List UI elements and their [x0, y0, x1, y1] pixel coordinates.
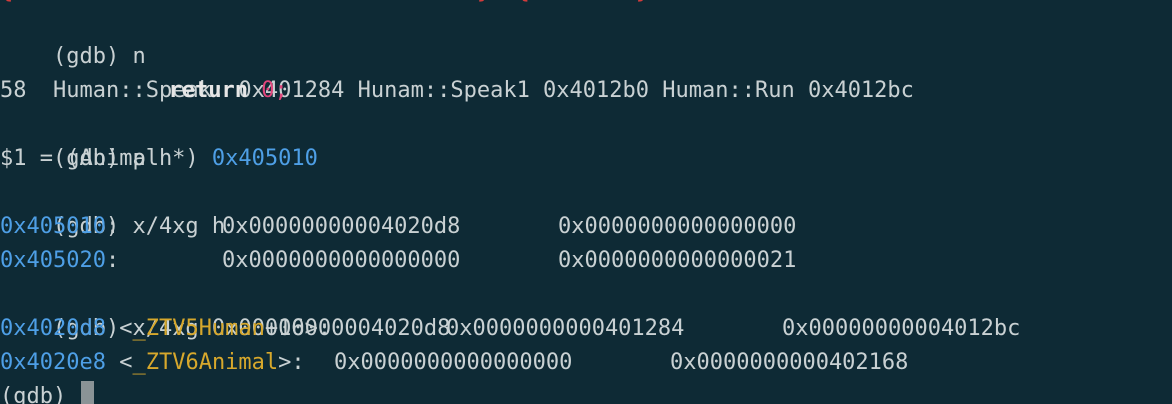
print-prefix: $1 = (Animal *) [0, 146, 212, 171]
vtable-address: 0x4020d8 [0, 316, 106, 341]
memory-value: 0x0000000000000000 [222, 248, 461, 273]
memory-row: 0x405020: 0x0000000000000000 0x00000000000… [0, 244, 796, 278]
print-result: $1 = (Animal *) 0x405010 [0, 142, 318, 176]
vtable-row: 0x4020d8 <_ZTV5Human+16>: 0x0000000000401… [0, 312, 1020, 346]
gdb-command-next: (gdb) n [0, 6, 146, 69]
return-value: 0 [261, 78, 275, 103]
symbol-close: >: [278, 350, 318, 375]
vtable-value: 0x0000000000402168 [670, 350, 909, 375]
memory-value: 0x00000000004020d8 [222, 214, 461, 239]
terminal-window[interactable]: { . . . . . . . . . . . } { . . } (gdb) … [0, 0, 1172, 404]
vtable-value: 0x0000000000000000 [334, 350, 573, 375]
symbol-open: < [105, 316, 133, 341]
memory-address: 0x405020 [0, 248, 106, 273]
vtable-value: 0x0000000000401284 [446, 316, 685, 341]
gdb-command-examine-vtable: (gdb) x/4xg 0x00000000004020d8 [0, 278, 450, 341]
gdb-command-print: (gdb) p h [0, 108, 172, 171]
vtable-address: 0x4020e8 [0, 350, 106, 375]
vtable-value: 0x00000000004012bc [782, 316, 1021, 341]
source-line: 58 return 0; [0, 74, 288, 108]
vtable-row: 0x4020e8 <_ZTV6Animal>: 0x00000000000000… [0, 346, 908, 380]
semicolon: ; [274, 78, 288, 103]
pointer-address: 0x405010 [211, 146, 318, 171]
memory-row: 0x405010: 0x00000000004020d8 0x00000000000… [0, 210, 796, 244]
symbol-open: < [105, 350, 133, 375]
symbol-offset: +16>: [264, 316, 332, 341]
colon: : [105, 248, 120, 273]
gdb-input-line[interactable]: (gdb) [0, 380, 95, 404]
line-number: 58 [0, 78, 27, 103]
keyword-return: return [168, 78, 248, 103]
memory-address: 0x405010 [0, 214, 106, 239]
output-function-addresses: Human::Speak: 0x401284 Hunam::Speak1 0x4… [0, 40, 914, 103]
text-cursor [81, 381, 95, 404]
colon: : [105, 214, 120, 239]
memory-value: 0x0000000000000021 [558, 248, 797, 273]
vtable-symbol: _ZTV5Human [132, 316, 265, 341]
gdb-prompt: (gdb) [0, 384, 80, 404]
vtable-symbol: _ZTV6Animal [132, 350, 279, 375]
gdb-command-examine: (gdb) x/4xg h [0, 176, 225, 239]
memory-value: 0x0000000000000000 [558, 214, 797, 239]
